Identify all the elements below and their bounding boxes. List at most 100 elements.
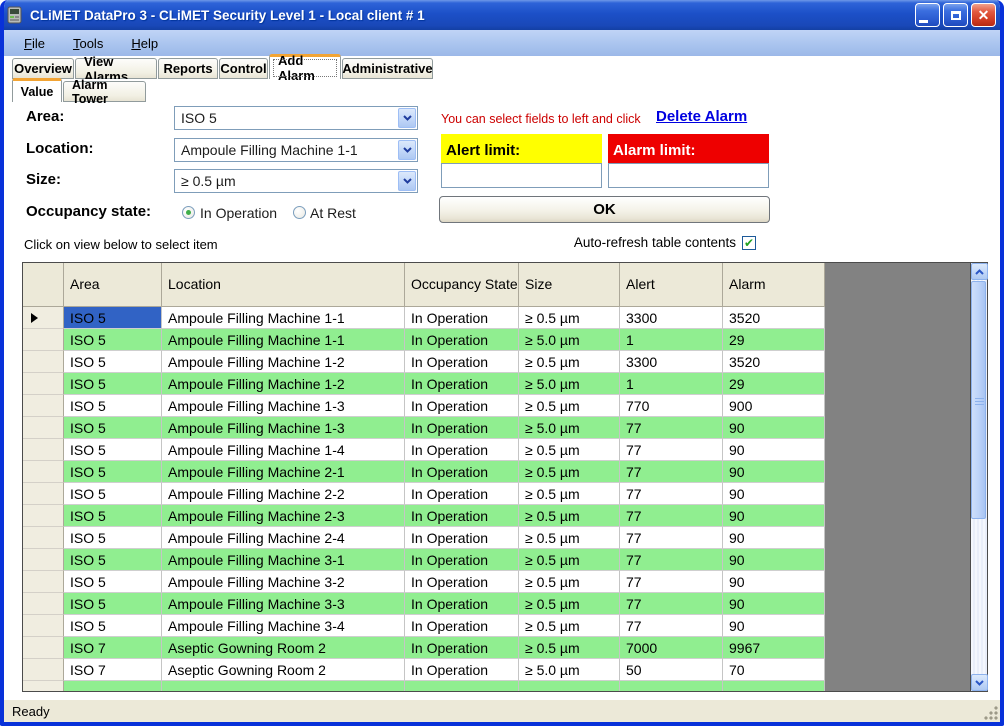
table-row[interactable]: ISO 5Ampoule Filling Machine 3-2In Opera… [23,571,825,593]
cell-alarm[interactable]: 90 [723,593,825,615]
row-selector[interactable] [23,483,64,505]
table-row[interactable]: ISO 5Ampoule Filling Machine 2-2In Opera… [23,483,825,505]
radio-in-operation[interactable] [182,206,195,219]
cell-occupancy[interactable]: In Operation [405,549,519,571]
cell-location[interactable]: Ampoule Filling Machine 2-1 [162,461,405,483]
cell-alert[interactable]: 77 [620,483,723,505]
tab-view-alarms[interactable]: View Alarms [75,58,157,79]
cell-area[interactable]: ISO 5 [64,373,162,395]
cell-size[interactable]: ≥ 5.0 µm [519,659,620,681]
row-selector[interactable] [23,307,64,329]
cell-size[interactable]: ≥ 0.5 µm [519,593,620,615]
row-selector[interactable] [23,615,64,637]
row-selector[interactable] [23,593,64,615]
chevron-down-icon[interactable] [398,108,416,128]
table-row[interactable] [23,681,825,691]
cell-area[interactable]: ISO 5 [64,461,162,483]
cell-alarm[interactable]: 90 [723,571,825,593]
cell-alarm[interactable]: 90 [723,615,825,637]
cell-alarm[interactable] [723,681,825,691]
cell-area[interactable]: ISO 5 [64,329,162,351]
row-selector[interactable] [23,351,64,373]
table-row[interactable]: ISO 5Ampoule Filling Machine 3-1In Opera… [23,549,825,571]
cell-alert[interactable]: 77 [620,571,723,593]
cell-occupancy[interactable]: In Operation [405,329,519,351]
cell-alarm[interactable]: 90 [723,549,825,571]
cell-alert[interactable]: 77 [620,417,723,439]
header-location[interactable]: Location [162,263,405,307]
cell-alert[interactable]: 7000 [620,637,723,659]
row-selector[interactable] [23,681,64,691]
tab-overview[interactable]: Overview [12,58,74,79]
menu-help[interactable]: Help [121,32,168,55]
row-selector[interactable] [23,439,64,461]
cell-alarm[interactable]: 90 [723,417,825,439]
cell-size[interactable]: ≥ 0.5 µm [519,351,620,373]
row-selector[interactable] [23,461,64,483]
alarm-limit-input[interactable] [608,163,769,188]
cell-area[interactable]: ISO 5 [64,505,162,527]
cell-location[interactable]: Ampoule Filling Machine 1-3 [162,395,405,417]
autorefresh-checkbox[interactable]: ✔ [742,236,756,250]
maximize-button[interactable] [943,3,968,27]
cell-location[interactable]: Ampoule Filling Machine 1-4 [162,439,405,461]
cell-area[interactable]: ISO 5 [64,395,162,417]
alert-limit-input[interactable] [441,163,602,188]
cell-occupancy[interactable]: In Operation [405,395,519,417]
cell-size[interactable]: ≥ 5.0 µm [519,373,620,395]
table-row[interactable]: ISO 5Ampoule Filling Machine 1-3In Opera… [23,417,825,439]
cell-alarm[interactable]: 90 [723,461,825,483]
header-occupancy-state[interactable]: Occupancy State [405,263,519,307]
cell-size[interactable]: ≥ 5.0 µm [519,417,620,439]
row-selector[interactable] [23,373,64,395]
table-row[interactable]: ISO 7Aseptic Gowning Room 2In Operation≥… [23,659,825,681]
cell-size[interactable]: ≥ 0.5 µm [519,549,620,571]
cell-alarm[interactable]: 90 [723,483,825,505]
cell-alarm[interactable]: 3520 [723,307,825,329]
cell-alert[interactable]: 50 [620,659,723,681]
cell-size[interactable]: ≥ 0.5 µm [519,615,620,637]
cell-area[interactable]: ISO 5 [64,593,162,615]
tab-reports[interactable]: Reports [158,58,218,79]
cell-area[interactable]: ISO 5 [64,439,162,461]
cell-size[interactable]: ≥ 0.5 µm [519,527,620,549]
cell-location[interactable]: Ampoule Filling Machine 1-2 [162,373,405,395]
cell-occupancy[interactable]: In Operation [405,417,519,439]
cell-alarm[interactable]: 900 [723,395,825,417]
cell-alarm[interactable]: 9967 [723,637,825,659]
cell-area[interactable]: ISO 5 [64,615,162,637]
cell-alert[interactable]: 77 [620,549,723,571]
table-row[interactable]: ISO 5Ampoule Filling Machine 1-1In Opera… [23,329,825,351]
row-selector[interactable] [23,527,64,549]
cell-occupancy[interactable]: In Operation [405,615,519,637]
cell-location[interactable]: Ampoule Filling Machine 3-4 [162,615,405,637]
location-dropdown[interactable]: Ampoule Filling Machine 1-1 [174,138,418,162]
scrollbar-thumb[interactable] [971,281,986,519]
table-row[interactable]: ISO 5Ampoule Filling Machine 3-4In Opera… [23,615,825,637]
row-selector[interactable] [23,571,64,593]
vertical-scrollbar[interactable] [970,263,987,691]
cell-size[interactable]: ≥ 0.5 µm [519,571,620,593]
cell-occupancy[interactable]: In Operation [405,307,519,329]
header-alarm[interactable]: Alarm [723,263,825,307]
cell-area[interactable]: ISO 5 [64,417,162,439]
cell-area[interactable]: ISO 5 [64,351,162,373]
cell-location[interactable]: Ampoule Filling Machine 3-1 [162,549,405,571]
chevron-down-icon[interactable] [398,140,416,160]
cell-size[interactable]: ≥ 0.5 µm [519,483,620,505]
row-selector[interactable] [23,505,64,527]
row-selector[interactable] [23,329,64,351]
cell-area[interactable]: ISO 7 [64,637,162,659]
cell-location[interactable]: Aseptic Gowning Room 2 [162,637,405,659]
cell-area[interactable]: ISO 5 [64,307,162,329]
radio-in-operation-label[interactable]: In Operation [200,205,277,221]
cell-occupancy[interactable]: In Operation [405,351,519,373]
cell-occupancy[interactable] [405,681,519,691]
subtab-alarm-tower[interactable]: Alarm Tower [63,81,146,102]
cell-size[interactable]: ≥ 0.5 µm [519,307,620,329]
ok-button[interactable]: OK [439,196,770,223]
menu-tools[interactable]: Tools [63,32,113,55]
table-row[interactable]: ISO 5Ampoule Filling Machine 1-1In Opera… [23,307,825,329]
cell-occupancy[interactable]: In Operation [405,483,519,505]
cell-occupancy[interactable]: In Operation [405,571,519,593]
